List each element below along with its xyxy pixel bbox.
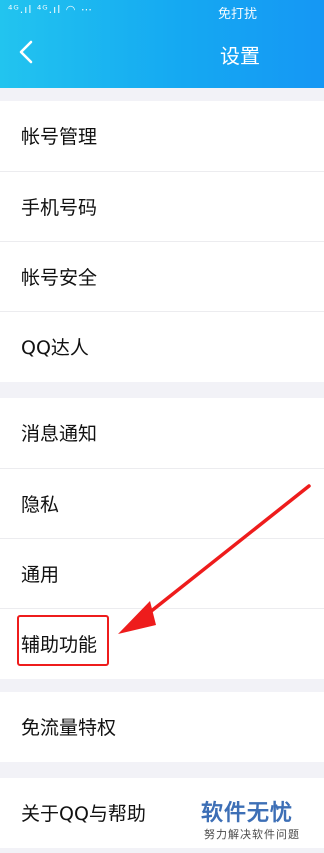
settings-item-qq-expert[interactable]: QQ达人 xyxy=(0,312,324,382)
app-header: ⁴ᴳ.ıl ⁴ᴳ.ıl ◠ ⋯ 免打扰 设置 xyxy=(0,0,324,88)
settings-item-phone-number[interactable]: 手机号码 xyxy=(0,172,324,242)
settings-item-label: 通用 xyxy=(21,564,60,586)
settings-item-account-security[interactable]: 帐号安全 xyxy=(0,242,324,312)
settings-item-notifications[interactable]: 消息通知 xyxy=(0,398,324,468)
settings-item-privacy[interactable]: 隐私 xyxy=(0,469,324,539)
settings-item-label: 消息通知 xyxy=(21,423,98,445)
settings-item-label: 免流量特权 xyxy=(21,717,117,739)
settings-item-label: 隐私 xyxy=(21,494,60,516)
back-button[interactable] xyxy=(13,38,39,66)
settings-item-account-management[interactable]: 帐号管理 xyxy=(0,101,324,171)
settings-item-free-data-privilege[interactable]: 免流量特权 xyxy=(0,692,324,762)
watermark-subtitle: 努力解决软件问题 xyxy=(204,828,300,841)
page-title: 设置 xyxy=(220,44,260,68)
settings-item-label: 手机号码 xyxy=(21,197,98,219)
do-not-disturb-label: 免打扰 xyxy=(218,7,258,22)
settings-item-label: 帐号安全 xyxy=(21,267,98,289)
watermark-title: 软件无忧 xyxy=(201,801,294,826)
settings-item-label: QQ达人 xyxy=(21,337,89,359)
signal-indicators: ⁴ᴳ.ıl ⁴ᴳ.ıl ◠ ⋯ xyxy=(8,3,93,16)
chevron-left-icon xyxy=(19,40,33,64)
highlight-box xyxy=(17,615,109,666)
settings-item-label: 帐号管理 xyxy=(21,126,98,148)
settings-item-general[interactable]: 通用 xyxy=(0,539,324,609)
status-bar: ⁴ᴳ.ıl ⁴ᴳ.ıl ◠ ⋯ 免打扰 xyxy=(0,0,324,22)
settings-item-label: 关于QQ与帮助 xyxy=(21,803,146,825)
